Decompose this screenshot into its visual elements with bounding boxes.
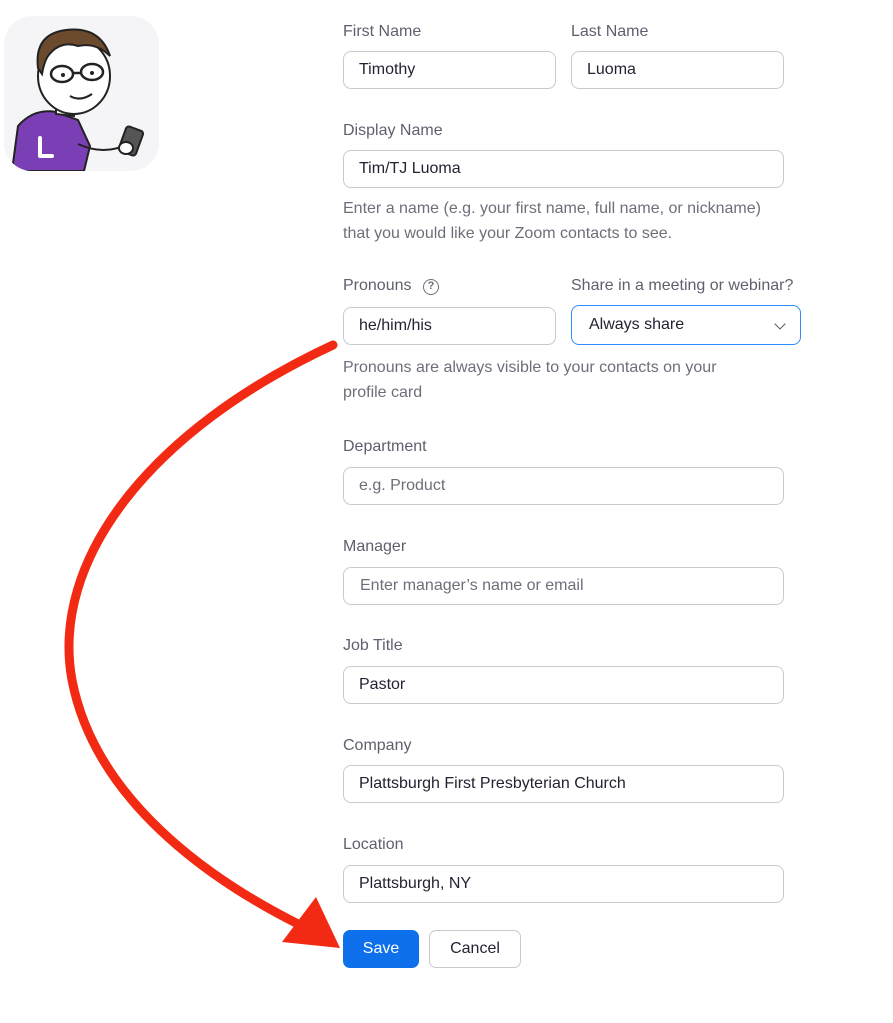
first-name-label: First Name bbox=[343, 23, 422, 40]
job-title-field[interactable]: Pastor bbox=[343, 666, 784, 704]
display-name-help-line-1: Enter a name (e.g. your first name, full… bbox=[343, 200, 761, 217]
pronouns-help-line-1: Pronouns are always visible to your cont… bbox=[343, 359, 717, 376]
first-name-field[interactable]: Timothy bbox=[343, 51, 556, 89]
manager-field[interactable]: Enter manager’s name or email bbox=[343, 567, 784, 605]
share-setting-select[interactable]: Always share bbox=[571, 305, 801, 345]
display-name-help-line-2: that you would like your Zoom contacts t… bbox=[343, 225, 673, 242]
department-label: Department bbox=[343, 438, 427, 455]
company-field[interactable]: Plattsburgh First Presbyterian Church bbox=[343, 765, 784, 803]
share-setting-value: Always share bbox=[589, 316, 685, 333]
cartoon-avatar-icon bbox=[10, 28, 145, 171]
last-name-field[interactable]: Luoma bbox=[571, 51, 784, 89]
cancel-button[interactable]: Cancel bbox=[429, 930, 521, 968]
pronouns-label: Pronouns bbox=[343, 277, 412, 294]
pronouns-help-line-2: profile card bbox=[343, 384, 423, 401]
display-name-field[interactable]: Tim/TJ Luoma bbox=[343, 150, 784, 188]
question-circle-icon[interactable]: ? bbox=[423, 279, 439, 295]
share-setting-label: Share in a meeting or webinar? bbox=[571, 277, 794, 294]
location-field[interactable]: Plattsburgh, NY bbox=[343, 865, 784, 903]
profile-avatar[interactable] bbox=[4, 16, 159, 171]
company-label: Company bbox=[343, 737, 412, 754]
location-label: Location bbox=[343, 836, 404, 853]
save-button[interactable]: Save bbox=[343, 930, 419, 968]
pronouns-field[interactable]: he/him/his bbox=[343, 307, 556, 345]
department-field[interactable]: e.g. Product bbox=[343, 467, 784, 505]
last-name-label: Last Name bbox=[571, 23, 649, 40]
manager-label: Manager bbox=[343, 538, 407, 555]
chevron-down-icon bbox=[774, 318, 786, 330]
job-title-label: Job Title bbox=[343, 637, 403, 654]
display-name-label: Display Name bbox=[343, 122, 443, 139]
